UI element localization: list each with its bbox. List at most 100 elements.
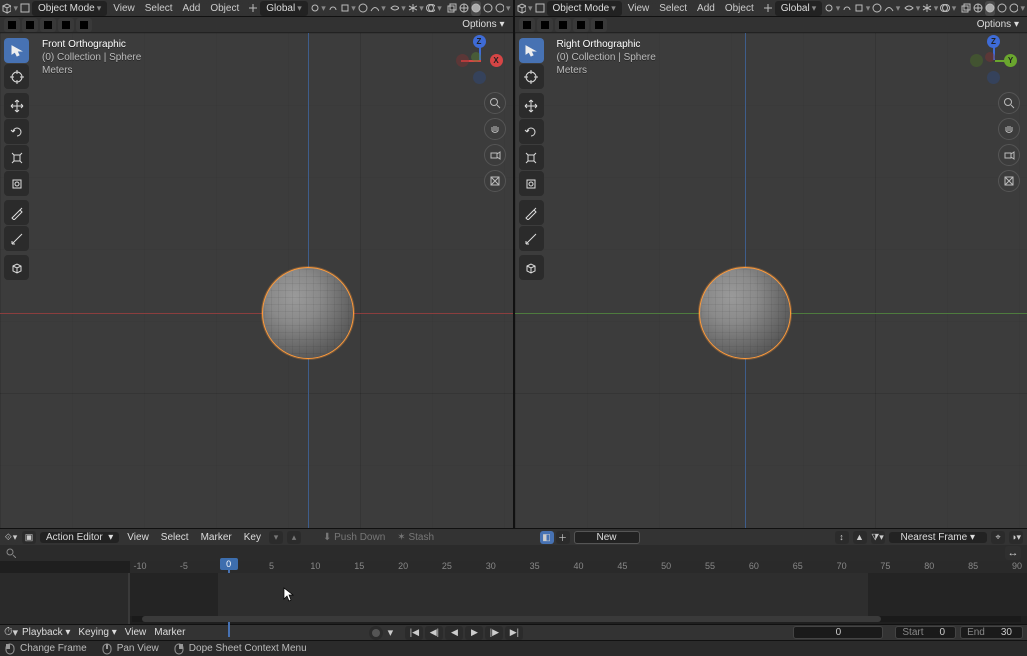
pan-button[interactable] [484, 118, 506, 140]
ghost-icon[interactable]: ◑▾ [1009, 531, 1023, 544]
move-tool[interactable] [519, 93, 544, 118]
proportional-options-icon[interactable]: ▾ [884, 1, 900, 16]
gizmo-y[interactable]: Y [1004, 54, 1017, 67]
measure-tool[interactable] [4, 226, 29, 251]
snap-toggle-icon[interactable]: ⌖ [991, 531, 1005, 544]
select-box-tool[interactable] [4, 38, 29, 63]
interaction-mode-icon[interactable] [535, 1, 545, 16]
scale-tool[interactable] [4, 145, 29, 170]
menu-select[interactable]: Select [655, 1, 691, 16]
viewport-right[interactable]: ▾ Object Mode▾ View Select Add Object Gl… [513, 0, 1027, 528]
timeline-editor-icon[interactable]: ⏱▾ [4, 626, 18, 640]
perspective-button[interactable] [484, 170, 506, 192]
sphere-object[interactable] [699, 267, 791, 359]
shading-rendered-icon[interactable]: ▾ [495, 1, 511, 16]
gizmo-z[interactable]: Z [473, 35, 486, 48]
visibility-icon[interactable]: ▾ [390, 1, 406, 16]
pan-button[interactable] [998, 118, 1020, 140]
search-icon[interactable] [4, 546, 18, 560]
menu-marker[interactable]: Marker [150, 627, 189, 638]
viewport-canvas[interactable] [515, 33, 1027, 528]
timeline-ruler[interactable]: -10-505101520253035404550556065707580859… [130, 561, 1027, 573]
select-mode-extend-icon[interactable] [537, 18, 553, 32]
play-reverse-button[interactable]: ◀ [445, 626, 463, 640]
menu-object[interactable]: Object [206, 1, 243, 16]
editor-mode[interactable]: Action Editor ▾ [40, 532, 119, 543]
menu-select[interactable]: Select [157, 532, 193, 543]
action-icon[interactable]: ▣ [22, 531, 36, 544]
shading-solid-icon[interactable] [985, 1, 995, 16]
select-mode-extend-icon[interactable] [22, 18, 38, 32]
perspective-button[interactable] [998, 170, 1020, 192]
menu-add[interactable]: Add [693, 1, 719, 16]
sphere-object[interactable] [262, 267, 354, 359]
zoom-button[interactable] [484, 92, 506, 114]
scale-tool[interactable] [519, 145, 544, 170]
autokey-toggle[interactable] [369, 626, 383, 640]
jump-end-button[interactable]: ▶| [505, 626, 523, 640]
shading-solid-icon[interactable] [471, 1, 481, 16]
snap-options-icon[interactable]: ▾ [854, 1, 870, 16]
snap-toggle-icon[interactable] [842, 1, 852, 16]
menu-view[interactable]: View [624, 1, 654, 16]
annotate-tool[interactable] [519, 200, 544, 225]
rotate-tool[interactable] [4, 119, 29, 144]
select-mode-invert-icon[interactable] [58, 18, 74, 32]
sync-markers-icon[interactable]: ↕ [835, 531, 849, 544]
menu-keying[interactable]: Keying ▾ [74, 627, 120, 638]
xray-icon[interactable] [961, 1, 971, 16]
pivot-icon[interactable]: ▾ [824, 1, 840, 16]
interaction-mode-icon[interactable] [20, 1, 30, 16]
gizmo-y[interactable] [471, 52, 481, 62]
zoom-button[interactable] [998, 92, 1020, 114]
editor-type-icon[interactable]: ⟐▾ [4, 531, 18, 544]
gizmo-x[interactable]: X [490, 54, 503, 67]
chevron-up-icon[interactable]: ▴ [287, 531, 301, 544]
nav-gizmo[interactable]: Z X [457, 38, 503, 84]
transform-tool[interactable] [519, 171, 544, 196]
gizmo-toggle-icon[interactable]: ▾ [408, 1, 424, 16]
menu-playback[interactable]: Playback ▾ [18, 627, 74, 638]
select-mode-set-icon[interactable] [519, 18, 535, 32]
proportional-icon[interactable]: ▲ [853, 531, 867, 544]
cursor-tool[interactable] [4, 64, 29, 89]
shading-material-icon[interactable] [483, 1, 493, 16]
chevron-left-icon[interactable]: ▾ [269, 531, 283, 544]
gizmo-neg-x[interactable] [456, 54, 469, 67]
snap-toggle-icon[interactable] [328, 1, 338, 16]
orientation-select[interactable]: Global▾ [260, 1, 307, 16]
overlays-icon[interactable]: ▾ [940, 1, 956, 16]
select-mode-intersect-icon[interactable] [76, 18, 92, 32]
gizmo-toggle-icon[interactable]: ▾ [922, 1, 938, 16]
camera-view-button[interactable] [998, 144, 1020, 166]
select-mode-subtract-icon[interactable] [555, 18, 571, 32]
rotate-tool[interactable] [519, 119, 544, 144]
shading-material-icon[interactable] [997, 1, 1007, 16]
annotate-tool[interactable] [4, 200, 29, 225]
editor-type-icon[interactable]: ▾ [2, 1, 18, 16]
channel-list[interactable] [0, 573, 130, 624]
gizmo-neg-y[interactable] [970, 54, 983, 67]
action-browse-icon[interactable]: ◧ [540, 531, 554, 544]
menu-add[interactable]: Add [179, 1, 205, 16]
nav-gizmo[interactable]: Z Y [971, 38, 1017, 84]
visibility-icon[interactable]: ▾ [904, 1, 920, 16]
proportional-icon[interactable] [358, 1, 368, 16]
mode-select[interactable]: Object Mode▾ [32, 1, 107, 16]
transform-tool[interactable] [4, 171, 29, 196]
mode-select[interactable]: Object Mode▾ [547, 1, 622, 16]
proportional-options-icon[interactable]: ▾ [370, 1, 386, 16]
menu-key[interactable]: Key [240, 532, 265, 543]
viewport-left[interactable]: ▾ Object Mode▾ View Select Add Object Gl… [0, 0, 513, 528]
dope-body[interactable]: -10-505101520253035404550556065707580859… [0, 561, 1027, 624]
shading-wire-icon[interactable] [973, 1, 983, 16]
shading-wire-icon[interactable] [459, 1, 469, 16]
new-action-button[interactable]: New [574, 531, 640, 544]
play-button[interactable]: ▶ [465, 626, 483, 640]
add-cube-tool[interactable] [4, 255, 29, 280]
snap-mode[interactable]: Nearest Frame ▾ [889, 532, 988, 543]
measure-tool[interactable] [519, 226, 544, 251]
overlays-icon[interactable]: ▾ [426, 1, 442, 16]
autokey-options-icon[interactable]: ▾ [383, 626, 397, 640]
add-action-icon[interactable]: ＋ [556, 531, 570, 544]
